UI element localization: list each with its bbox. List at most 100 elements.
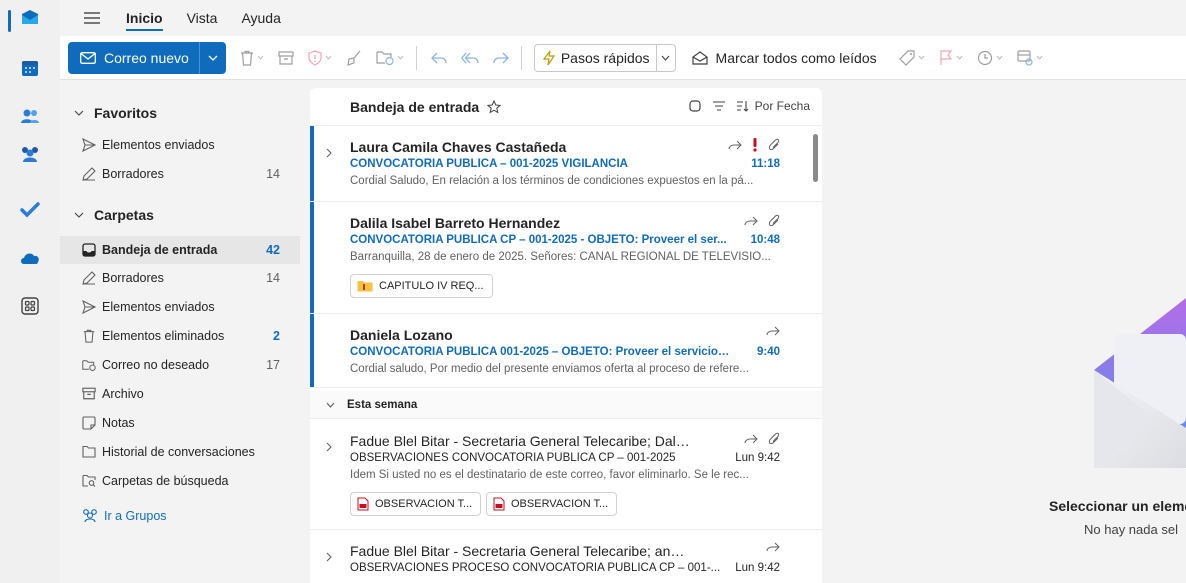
onedrive-app-button[interactable] [0,240,60,276]
sweep-button[interactable] [346,50,362,66]
folder-search-folders[interactable]: Carpetas de búsqueda [60,467,300,495]
flag-button[interactable] [939,49,963,66]
envelope-open-icon [691,50,708,65]
chevron-down-icon [208,55,218,61]
favorites-label: Favoritos [94,105,158,121]
message-row[interactable]: Fadue Blel Bitar - Secretaria General Te… [310,530,822,583]
select-button[interactable] [689,100,701,112]
folder-name: Borradores [102,271,164,285]
chevron-down-icon [74,212,84,218]
new-mail-dropdown[interactable] [199,41,226,74]
favorites-header[interactable]: Favoritos [60,98,300,128]
tag-button[interactable] [898,49,925,66]
broom-icon [347,50,361,66]
attachment-name: OBSERVACION T... [511,498,609,510]
message-row[interactable]: Fadue Blel Bitar - Secretaria General Te… [310,420,822,530]
folder-inbox[interactable]: Bandeja de entrada 42 [60,236,300,264]
message-status-icons [756,326,780,336]
groups-app-button[interactable] [0,136,60,172]
message-row[interactable]: Daniela Lozano CONVOCATORIA PÚBLICA 001-… [310,314,822,388]
favorite-sent-items[interactable]: Elementos enviados [60,131,300,159]
message-time: 11:18 [751,158,780,170]
filter-button[interactable] [712,101,725,111]
go-to-groups-label: Ir a Grupos [104,508,167,523]
folder-notes[interactable]: Notas [60,409,300,437]
favorite-drafts[interactable]: Borradores 14 [60,160,300,188]
forwarded-icon [766,542,780,552]
folder-conversation-history[interactable]: Historial de conversaciones [60,438,300,466]
scrollbar-thumb[interactable] [813,134,818,182]
app-rail [0,0,60,583]
empty-state-subtitle: No hay nada sel [1084,522,1178,537]
folder-name: Archivo [102,387,144,401]
folder-archive[interactable]: Archivo [60,380,300,408]
folders-header[interactable]: Carpetas [60,200,300,230]
message-status-icons [734,432,780,446]
sort-button[interactable]: Por Fecha [736,99,810,113]
message-sender: Daniela Lozano [350,327,453,343]
message-sender: Dalila Isabel Barreto Hernandez [350,215,561,231]
reply-all-button[interactable] [460,52,479,64]
attachment-chip[interactable]: CAPITULO IV REQ... [350,274,493,298]
favorite-star-button[interactable] [487,99,502,114]
snooze-button[interactable] [977,50,1003,66]
message-sender: Fadue Blel Bitar - Secretaria General Te… [350,543,690,559]
reading-pane: Seleccionar un eleme No hay nada sel [838,88,1186,583]
chevron-right-icon[interactable] [326,552,332,562]
move-to-button[interactable] [376,50,404,65]
hamburger-icon [84,12,100,24]
go-to-groups-link[interactable]: Ir a Grupos [82,508,167,523]
high-importance-icon [753,138,757,152]
reply-button[interactable] [430,52,447,64]
cloud-icon [21,253,39,264]
envelope-icon [80,51,96,64]
paperclip-icon [768,138,780,151]
delete-button[interactable] [240,50,264,66]
chevron-right-icon[interactable] [326,442,332,452]
forwarded-icon [744,434,758,444]
message-preview: Idem Si usted no es el destinatario de e… [350,469,749,481]
hamburger-button[interactable] [74,12,110,24]
groups-icon [22,147,38,162]
message-subject: CONVOCATORIA PÚBLICA – 001-2025 VIGILANC… [350,158,628,170]
attachment-chip[interactable]: OBSERVACION T... [350,492,482,516]
chevron-right-icon[interactable] [326,148,332,158]
tab-ayuda[interactable]: Ayuda [241,10,280,26]
folder-junk[interactable]: Correo no deseado 17 [60,351,300,379]
report-button[interactable] [308,49,332,66]
people-app-button[interactable] [0,98,60,134]
folder-drafts[interactable]: Borradores 14 [60,264,300,292]
pdf-file-icon [493,497,505,511]
group-header-label: Esta semana [347,398,418,411]
group-header-this-week[interactable]: Esta semana [310,391,822,419]
tab-inicio[interactable]: Inicio [126,10,163,31]
folder-name: Borradores [102,167,164,181]
mail-icon [22,10,38,24]
new-mail-button[interactable]: Correo nuevo [68,41,200,74]
calendar-app-button[interactable] [0,50,60,86]
quick-steps-button[interactable]: Pasos rápidos [535,44,657,71]
more-apps-button[interactable] [0,288,60,324]
mark-all-read-button[interactable]: Marcar todos como leídos [691,50,877,66]
rules-button[interactable] [1017,49,1043,66]
message-status-icons [734,214,780,228]
folders-label: Carpetas [94,207,154,223]
trash-icon [83,329,95,343]
mail-app-button[interactable] [0,0,60,36]
todo-app-button[interactable] [0,192,60,228]
message-row[interactable]: Dalila Isabel Barreto Hernandez CONVOCAT… [310,202,822,314]
folder-deleted-items[interactable]: Elementos eliminados 2 [60,322,300,350]
send-icon [82,300,96,314]
quick-steps-dropdown[interactable] [657,55,675,61]
lightning-icon [542,50,555,65]
message-sender: Fadue Blel Bitar - Secretaria General Te… [350,433,690,449]
folder-sent-items[interactable]: Elementos enviados [60,293,300,321]
attachment-name: OBSERVACION T... [375,498,473,510]
send-icon [82,138,96,152]
archive-button[interactable] [278,50,294,65]
tab-vista[interactable]: Vista [187,10,218,26]
attachment-chip[interactable]: OBSERVACION T... [486,492,618,516]
forwarded-icon [744,216,758,226]
message-row[interactable]: Laura Camila Chaves Castañeda CONVOCATOR… [310,126,822,202]
forward-button[interactable] [493,52,509,64]
